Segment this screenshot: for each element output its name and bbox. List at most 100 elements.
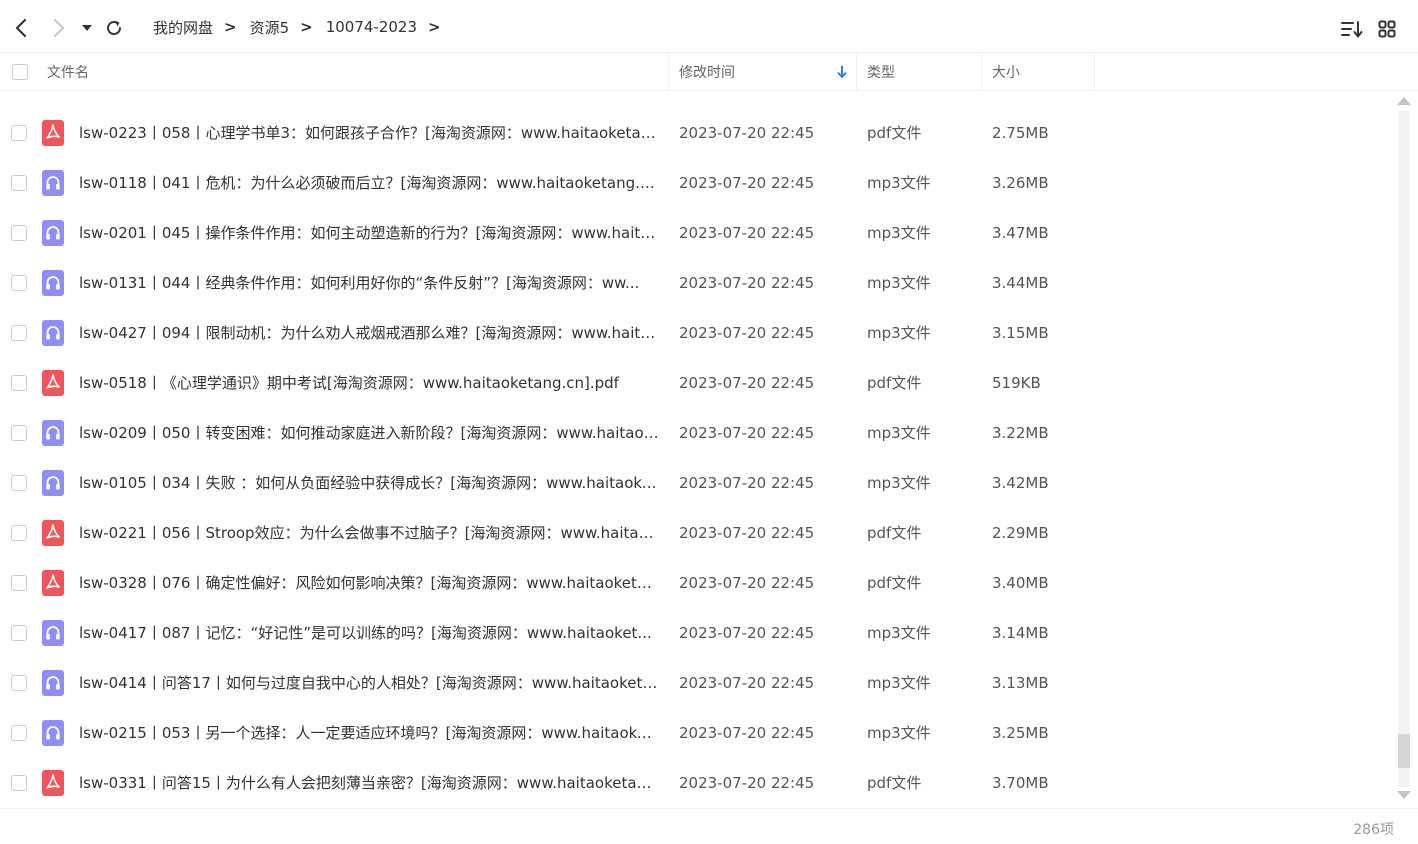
row-checkbox[interactable] xyxy=(11,375,27,391)
select-all-checkbox[interactable] xyxy=(12,53,28,91)
file-size: 3.26MB xyxy=(992,174,1049,192)
row-checkbox[interactable] xyxy=(11,575,27,591)
file-row[interactable]: lsw-0118丨041丨危机：为什么必须破而后立？[海淘资源网：www.hai… xyxy=(0,158,1396,208)
file-modified-time: 2023-07-20 22:45 xyxy=(679,274,815,292)
vertical-scrollbar[interactable] xyxy=(1396,91,1412,808)
file-modified-time: 2023-07-20 22:45 xyxy=(679,574,815,592)
audio-file-icon xyxy=(42,670,64,696)
column-type[interactable]: 类型 xyxy=(867,53,895,91)
breadcrumb-separator: > xyxy=(428,18,441,36)
file-type: pdf文件 xyxy=(867,124,922,142)
file-row[interactable]: lsw-0201丨045丨操作条件作用：如何主动塑造新的行为？[海淘资源网：ww… xyxy=(0,208,1396,258)
column-modified[interactable]: 修改时间 xyxy=(679,53,735,91)
file-name[interactable]: lsw-0331丨问答15丨为什么有人会把刻薄当亲密？[海淘资源网：www.ha… xyxy=(79,758,659,808)
row-checkbox[interactable] xyxy=(11,525,27,541)
file-row[interactable]: lsw-0414丨问答17丨如何与过度自我中心的人相处？[海淘资源网：www.h… xyxy=(0,658,1396,708)
file-row[interactable]: lsw-0215丨053丨另一个选择：人一定要适应环境吗？[海淘资源网：www.… xyxy=(0,708,1396,758)
file-size: 3.70MB xyxy=(992,774,1049,792)
file-name[interactable]: lsw-0118丨041丨危机：为什么必须破而后立？[海淘资源网：www.hai… xyxy=(79,158,659,208)
pdf-file-icon xyxy=(42,520,64,546)
column-divider[interactable] xyxy=(1094,53,1095,91)
file-row[interactable]: lsw-0209丨050丨转变困难：如何推动家庭进入新阶段？[海淘资源网：www… xyxy=(0,408,1396,458)
file-row[interactable]: lsw-0328丨076丨确定性偏好：风险如何影响决策？[海淘资源网：www.h… xyxy=(0,558,1396,608)
file-name[interactable]: lsw-0518丨《心理学通识》期中考试[海淘资源网：www.haitaoket… xyxy=(79,358,659,408)
file-name[interactable]: lsw-0221丨056丨Stroop效应：为什么会做事不过脑子？[海淘资源网：… xyxy=(79,508,659,558)
file-row[interactable]: lsw-0105丨034丨失败 ：如何从负面经验中获得成长？[海淘资源网：www… xyxy=(0,458,1396,508)
file-row[interactable]: lsw-0131丨044丨经典条件作用：如何利用好你的“条件反射”？[海淘资源网… xyxy=(0,258,1396,308)
file-modified-time: 2023-07-20 22:45 xyxy=(679,424,815,442)
column-divider[interactable] xyxy=(668,53,669,91)
sort-descending-icon[interactable] xyxy=(836,53,848,91)
breadcrumb-item-folder[interactable]: 资源5 xyxy=(250,17,290,38)
file-modified-time: 2023-07-20 22:45 xyxy=(679,474,815,492)
row-checkbox[interactable] xyxy=(11,425,27,441)
file-list: lsw-0223丨058丨心理学书单3：如何跟孩子合作？[海淘资源网：www.h… xyxy=(0,91,1396,808)
file-type: mp3文件 xyxy=(867,474,931,492)
pdf-file-icon xyxy=(42,770,64,796)
toolbar: 我的网盘 > 资源5 > 10074-2023 > xyxy=(0,0,1418,53)
audio-file-icon xyxy=(42,220,64,246)
file-modified-time: 2023-07-20 22:45 xyxy=(679,624,815,642)
file-row[interactable]: lsw-0331丨问答15丨为什么有人会把刻薄当亲密？[海淘资源网：www.ha… xyxy=(0,758,1396,808)
file-type: mp3文件 xyxy=(867,324,931,342)
file-modified-time: 2023-07-20 22:45 xyxy=(679,124,815,142)
column-divider[interactable] xyxy=(981,53,982,91)
file-size: 3.42MB xyxy=(992,474,1049,492)
scrollbar-thumb[interactable] xyxy=(1398,733,1410,768)
file-name[interactable]: lsw-0417丨087丨记忆：“好记性”是可以训练的吗？[海淘资源网：www.… xyxy=(79,608,659,658)
file-row[interactable]: lsw-0221丨056丨Stroop效应：为什么会做事不过脑子？[海淘资源网：… xyxy=(0,508,1396,558)
file-name[interactable]: lsw-0105丨034丨失败 ：如何从负面经验中获得成长？[海淘资源网：www… xyxy=(79,458,659,508)
forward-arrow-icon[interactable] xyxy=(45,14,73,42)
file-name[interactable]: lsw-0201丨045丨操作条件作用：如何主动塑造新的行为？[海淘资源网：ww… xyxy=(79,208,659,258)
file-name[interactable]: lsw-0209丨050丨转变困难：如何推动家庭进入新阶段？[海淘资源网：www… xyxy=(79,408,659,458)
file-name[interactable]: lsw-0131丨044丨经典条件作用：如何利用好你的“条件反射”？[海淘资源网… xyxy=(79,258,659,308)
row-checkbox[interactable] xyxy=(11,475,27,491)
sort-list-icon[interactable] xyxy=(1341,18,1363,40)
column-name[interactable]: 文件名 xyxy=(47,53,89,91)
file-name[interactable]: lsw-0427丨094丨限制动机：为什么劝人戒烟戒酒那么难？[海淘资源网：ww… xyxy=(79,308,659,358)
file-modified-time: 2023-07-20 22:45 xyxy=(679,174,815,192)
file-row[interactable]: lsw-0427丨094丨限制动机：为什么劝人戒烟戒酒那么难？[海淘资源网：ww… xyxy=(0,308,1396,358)
row-checkbox[interactable] xyxy=(11,125,27,141)
back-arrow-icon[interactable] xyxy=(7,14,35,42)
file-name[interactable]: lsw-0414丨问答17丨如何与过度自我中心的人相处？[海淘资源网：www.h… xyxy=(79,658,659,708)
pdf-file-icon xyxy=(42,370,64,396)
file-size: 3.14MB xyxy=(992,624,1049,642)
file-type: mp3文件 xyxy=(867,724,931,742)
column-divider[interactable] xyxy=(856,53,857,91)
file-type: pdf文件 xyxy=(867,374,922,392)
file-modified-time: 2023-07-20 22:45 xyxy=(679,524,815,542)
row-checkbox[interactable] xyxy=(11,175,27,191)
grid-view-icon[interactable] xyxy=(1376,18,1398,40)
row-checkbox[interactable] xyxy=(11,225,27,241)
row-checkbox[interactable] xyxy=(11,775,27,791)
breadcrumb-item-root[interactable]: 我的网盘 xyxy=(153,17,213,38)
file-name[interactable]: lsw-0223丨058丨心理学书单3：如何跟孩子合作？[海淘资源网：www.h… xyxy=(79,108,659,158)
row-checkbox[interactable] xyxy=(11,725,27,741)
file-name[interactable]: lsw-0328丨076丨确定性偏好：风险如何影响决策？[海淘资源网：www.h… xyxy=(79,558,659,608)
file-size: 3.25MB xyxy=(992,724,1049,742)
row-checkbox[interactable] xyxy=(11,275,27,291)
refresh-icon[interactable] xyxy=(100,14,128,42)
history-dropdown-icon[interactable] xyxy=(75,14,99,42)
file-row[interactable]: lsw-0223丨058丨心理学书单3：如何跟孩子合作？[海淘资源网：www.h… xyxy=(0,108,1396,158)
row-checkbox[interactable] xyxy=(11,325,27,341)
column-header: 文件名 修改时间 类型 大小 xyxy=(0,53,1418,91)
pdf-file-icon xyxy=(42,570,64,596)
scroll-down-arrow-icon[interactable] xyxy=(1397,791,1411,799)
file-type: mp3文件 xyxy=(867,274,931,292)
scroll-up-arrow-icon[interactable] xyxy=(1397,97,1411,105)
file-row[interactable]: lsw-0417丨087丨记忆：“好记性”是可以训练的吗？[海淘资源网：www.… xyxy=(0,608,1396,658)
audio-file-icon xyxy=(42,620,64,646)
file-name[interactable]: lsw-0215丨053丨另一个选择：人一定要适应环境吗？[海淘资源网：www.… xyxy=(79,708,659,758)
row-checkbox[interactable] xyxy=(11,625,27,641)
breadcrumb-item-current[interactable]: 10074-2023 xyxy=(326,18,417,36)
file-row[interactable]: lsw-0518丨《心理学通识》期中考试[海淘资源网：www.haitaoket… xyxy=(0,358,1396,408)
audio-file-icon xyxy=(42,470,64,496)
file-type: mp3文件 xyxy=(867,624,931,642)
row-checkbox[interactable] xyxy=(11,675,27,691)
file-modified-time: 2023-07-20 22:45 xyxy=(679,724,815,742)
scrollbar-track[interactable] xyxy=(1398,111,1410,787)
file-size: 3.13MB xyxy=(992,674,1049,692)
column-size[interactable]: 大小 xyxy=(992,53,1020,91)
